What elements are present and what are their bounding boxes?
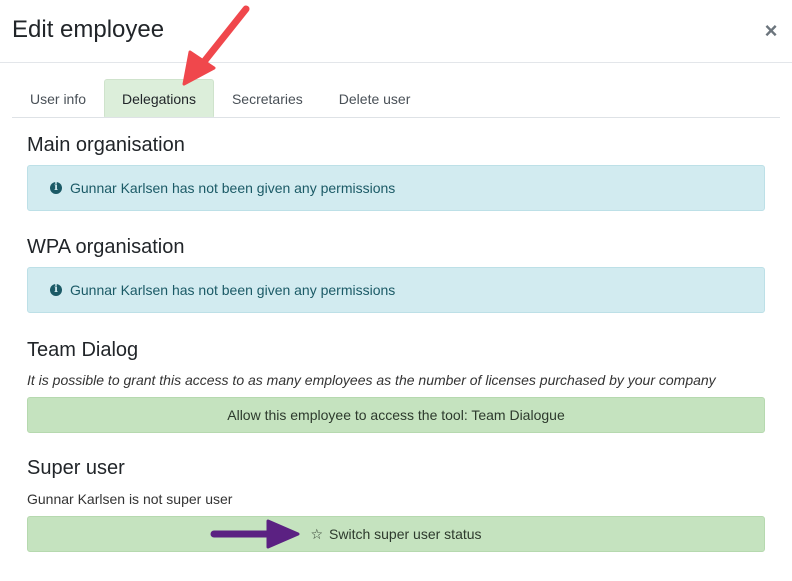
purple-annotation-arrow — [210, 519, 300, 549]
